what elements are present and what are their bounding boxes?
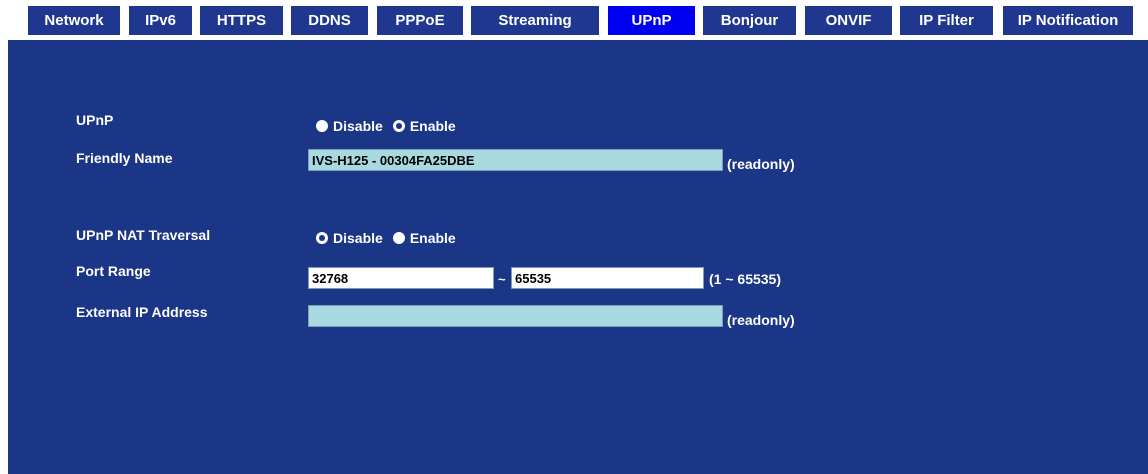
- tab-ipv6[interactable]: IPv6: [129, 6, 192, 35]
- nat-traversal-enable-radio[interactable]: [392, 232, 405, 244]
- settings-tab-bar: Network IPv6 HTTPS DDNS PPPoE Streaming …: [0, 0, 1148, 40]
- upnp-label: UPnP: [76, 112, 114, 128]
- tab-upnp[interactable]: UPnP: [608, 6, 695, 35]
- external-ip-label: External IP Address: [76, 304, 208, 320]
- nat-traversal-label: UPnP NAT Traversal: [76, 227, 211, 243]
- nat-traversal-radio-group: Disable Enable: [316, 229, 466, 247]
- tab-bonjour[interactable]: Bonjour: [703, 6, 796, 35]
- port-range-separator: ~: [498, 272, 506, 287]
- external-ip-field[interactable]: [308, 305, 723, 327]
- tab-https[interactable]: HTTPS: [200, 6, 283, 35]
- port-range-label: Port Range: [76, 263, 151, 279]
- tab-ip-filter[interactable]: IP Filter: [900, 6, 993, 35]
- tab-onvif[interactable]: ONVIF: [805, 6, 892, 35]
- port-range-hint: (1 ~ 65535): [709, 271, 781, 287]
- friendly-name-label: Friendly Name: [76, 150, 173, 166]
- nat-traversal-disable-label: Disable: [333, 230, 383, 246]
- upnp-disable-label: Disable: [333, 118, 383, 134]
- friendly-name-field[interactable]: [308, 149, 723, 171]
- nat-traversal-disable-radio[interactable]: [316, 232, 328, 244]
- upnp-disable-radio[interactable]: [316, 120, 328, 132]
- tab-network[interactable]: Network: [28, 6, 120, 35]
- external-ip-readonly-hint: (readonly): [727, 312, 795, 328]
- tab-pppoe[interactable]: PPPoE: [377, 6, 463, 35]
- upnp-enable-label: Enable: [409, 118, 456, 134]
- friendly-name-readonly-hint: (readonly): [727, 156, 795, 172]
- upnp-enable-radio[interactable]: [392, 120, 405, 132]
- port-range-start-input[interactable]: [308, 267, 494, 289]
- port-range-end-input[interactable]: [511, 267, 704, 289]
- upnp-settings-panel: UPnP Disable Enable Friendly Name (reado…: [8, 40, 1148, 474]
- tab-streaming[interactable]: Streaming: [471, 6, 599, 35]
- tab-ddns[interactable]: DDNS: [291, 6, 368, 35]
- tab-ip-notification[interactable]: IP Notification: [1003, 6, 1133, 35]
- nat-traversal-enable-label: Enable: [409, 230, 456, 246]
- upnp-radio-group: Disable Enable: [316, 117, 466, 135]
